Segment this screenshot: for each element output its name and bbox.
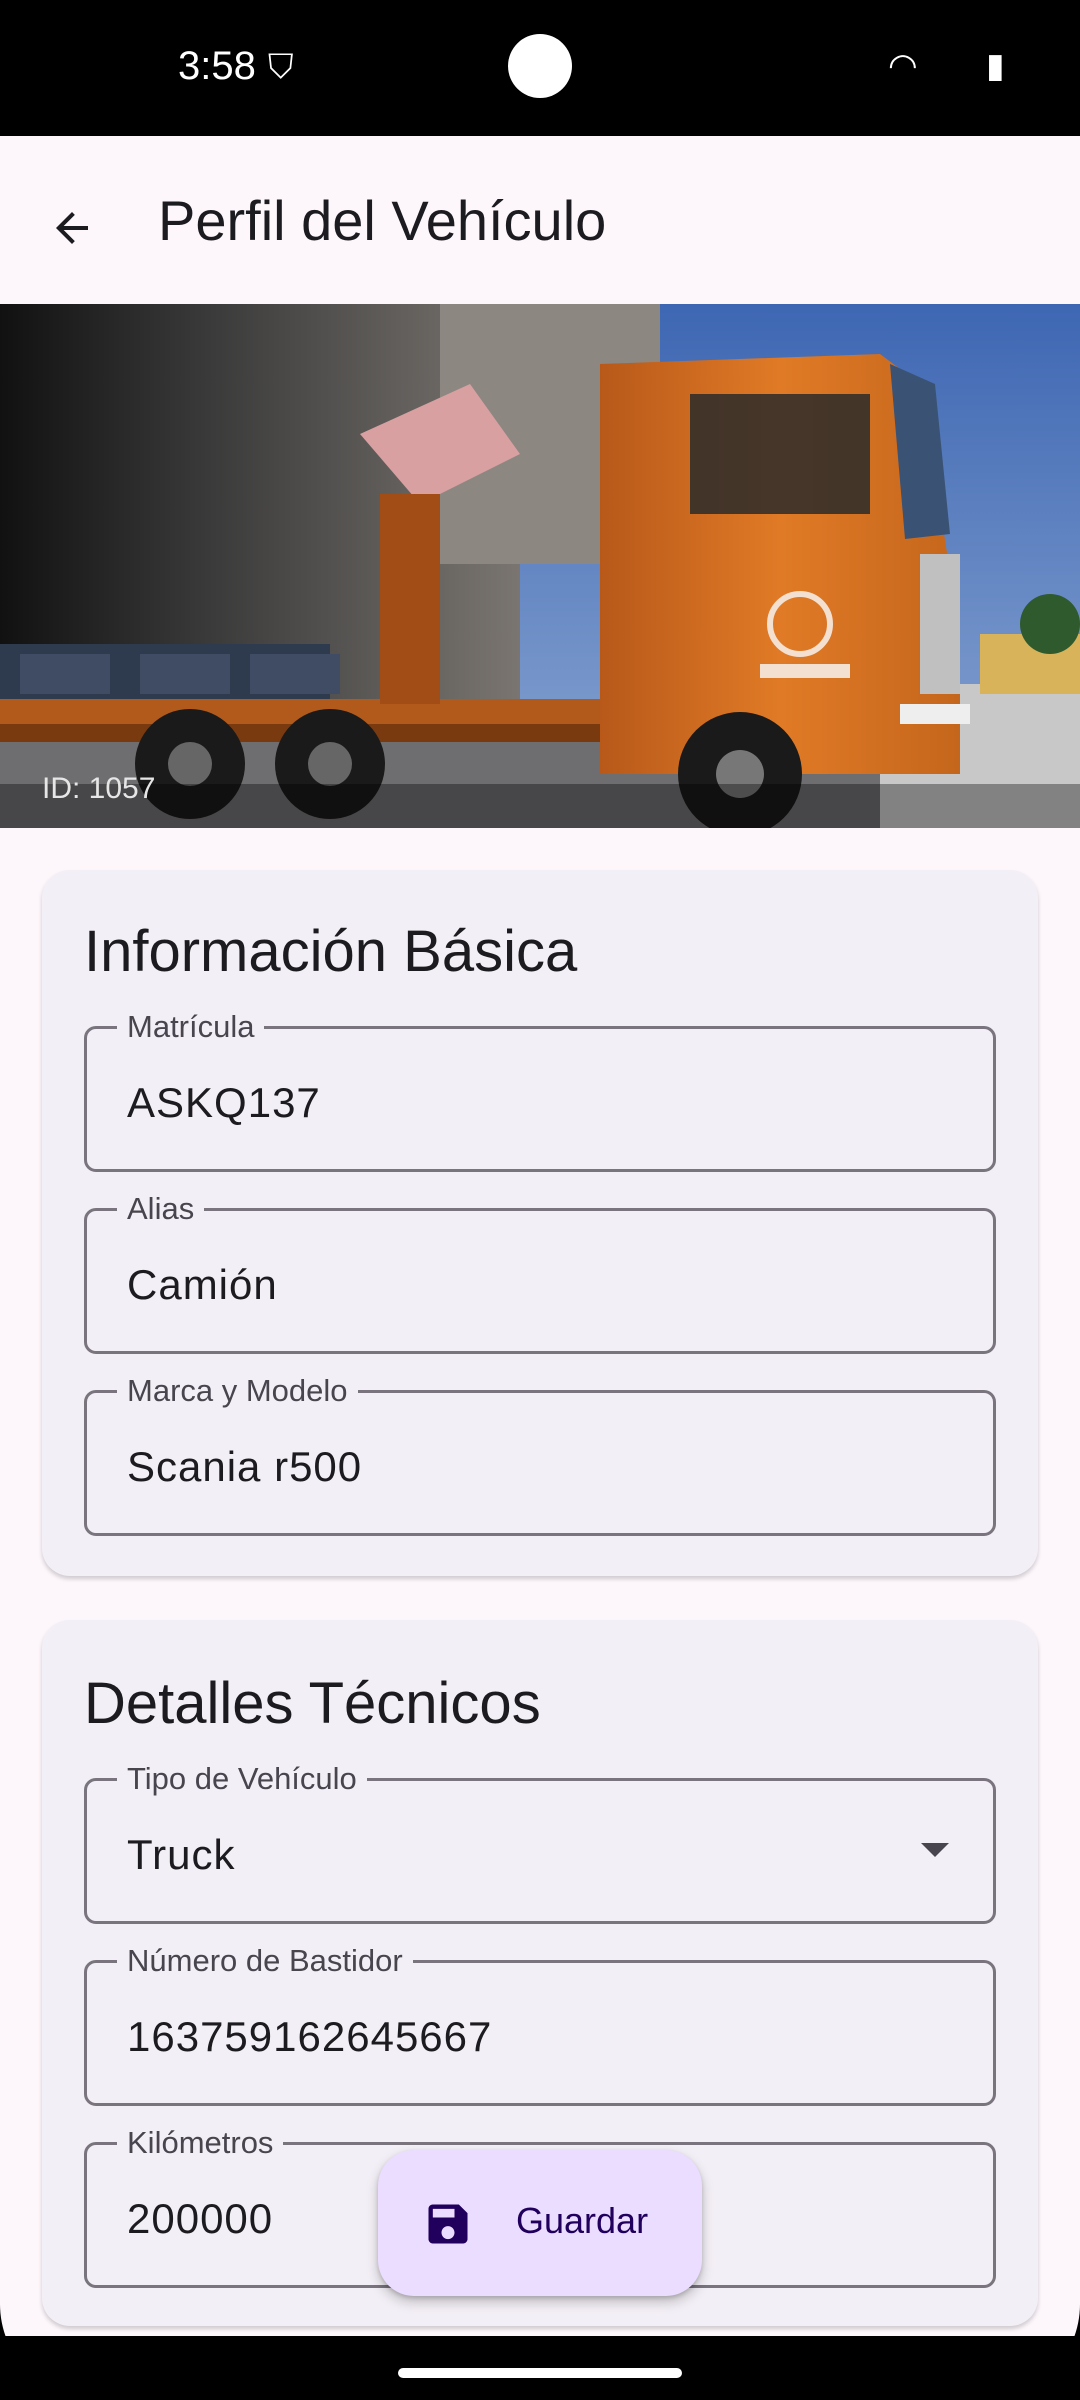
save-button-label: Guardar bbox=[516, 2200, 649, 2241]
shield-icon: ⛉ bbox=[268, 48, 294, 86]
battery-icon: ▮ bbox=[986, 47, 1005, 85]
kilometers-label: Kilómetros bbox=[117, 2123, 284, 2163]
dropdown-arrow-icon[interactable] bbox=[921, 1843, 949, 1857]
chassis-number-field[interactable]: Número de Bastidor 163759162645667 bbox=[84, 1941, 996, 2106]
plate-field[interactable]: Matrícula ASKQ137 bbox=[84, 1007, 996, 1172]
plate-label: Matrícula bbox=[117, 1007, 265, 1047]
arrow-back-icon bbox=[56, 212, 88, 244]
basic-info-card: Información Básica Matrícula ASKQ137 Ali… bbox=[42, 870, 1038, 1576]
chassis-number-value[interactable]: 163759162645667 bbox=[127, 2013, 492, 2061]
save-icon bbox=[428, 2204, 468, 2244]
back-button[interactable] bbox=[30, 186, 114, 270]
screen: Perfil del Vehículo ID: 1057 Información… bbox=[0, 136, 1080, 2336]
gesture-nav-bar bbox=[0, 2336, 1080, 2400]
home-indicator[interactable] bbox=[398, 2368, 682, 2378]
vehicle-type-value[interactable]: Truck bbox=[127, 1831, 235, 1879]
vehicle-id: ID: 1057 bbox=[42, 772, 156, 805]
basic-info-title: Información Básica bbox=[84, 919, 578, 984]
alias-field[interactable]: Alias Camión bbox=[84, 1189, 996, 1354]
chassis-number-label: Número de Bastidor bbox=[117, 1941, 413, 1981]
page-title: Perfil del Vehículo bbox=[158, 189, 607, 252]
save-button[interactable]: Guardar bbox=[378, 2150, 702, 2296]
top-app-bar: Perfil del Vehículo bbox=[0, 136, 1080, 304]
plate-value[interactable]: ASKQ137 bbox=[127, 1079, 321, 1127]
status-bar: 3:58 ⛉ ◠ ▮ bbox=[0, 0, 1080, 136]
status-time: 3:58 bbox=[178, 44, 256, 88]
alias-label: Alias bbox=[117, 1189, 205, 1229]
vehicle-type-select[interactable]: Tipo de Vehículo Truck bbox=[84, 1759, 996, 1924]
technical-details-title: Detalles Técnicos bbox=[84, 1671, 541, 1736]
vehicle-photo: ID: 1057 bbox=[0, 304, 1080, 828]
kilometers-value[interactable]: 200000 bbox=[127, 2195, 273, 2243]
vehicle-type-label: Tipo de Vehículo bbox=[117, 1759, 367, 1799]
brand-model-field[interactable]: Marca y Modelo Scania r500 bbox=[84, 1371, 996, 1536]
wifi-icon: ◠ bbox=[888, 47, 918, 85]
phone-frame: 3:58 ⛉ ◠ ▮ Perfil del Vehículo ID: 1057 … bbox=[0, 0, 1080, 2400]
alias-value[interactable]: Camión bbox=[127, 1261, 278, 1309]
brand-model-value[interactable]: Scania r500 bbox=[127, 1443, 362, 1491]
brand-model-label: Marca y Modelo bbox=[117, 1371, 358, 1411]
camera-cutout bbox=[508, 34, 572, 98]
